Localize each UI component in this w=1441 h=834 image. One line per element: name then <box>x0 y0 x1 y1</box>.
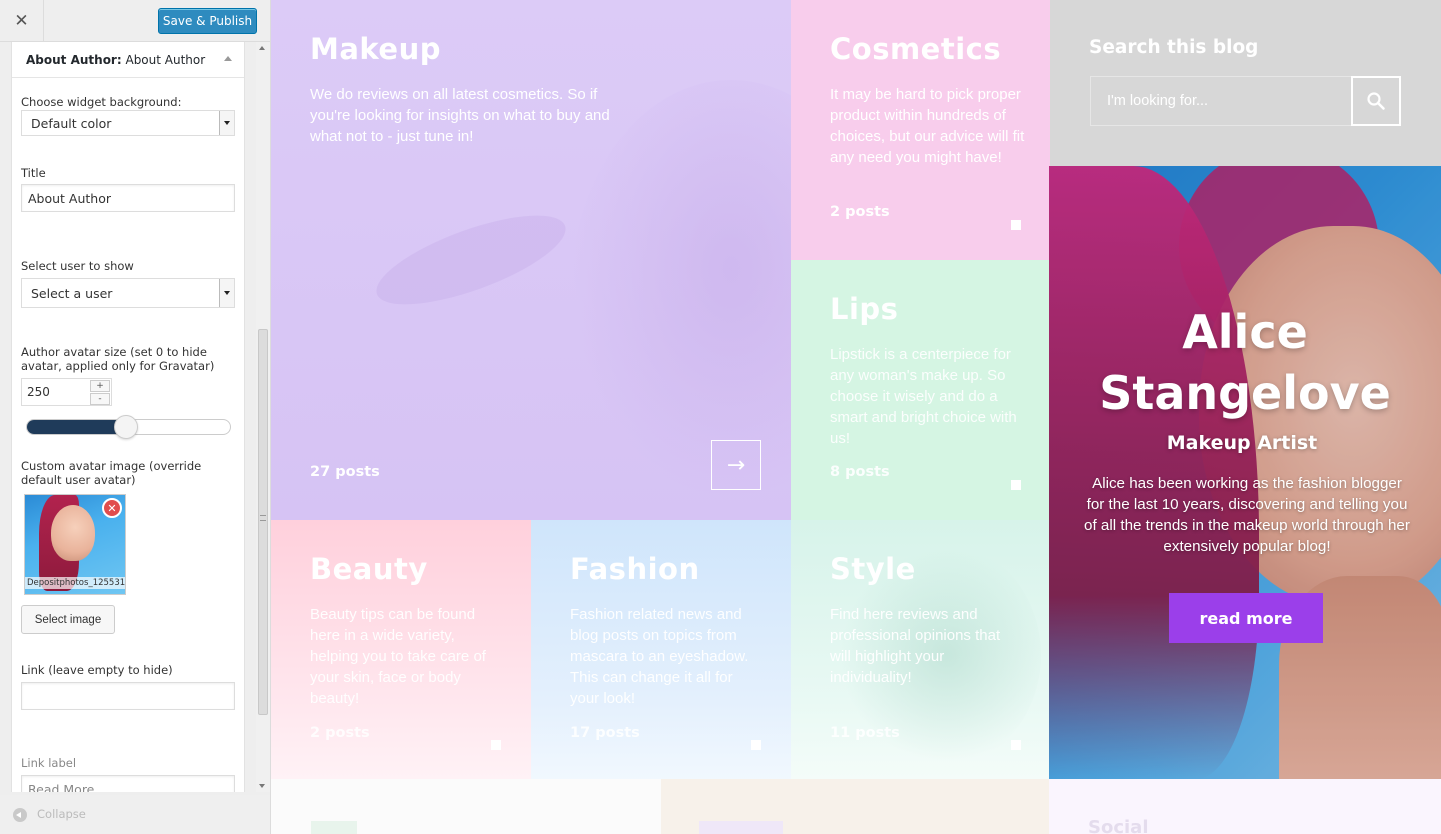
scrollbar-thumb[interactable] <box>258 329 268 715</box>
search-placeholder: I'm looking for... <box>1107 93 1209 109</box>
category-tile-cosmetics[interactable]: Cosmetics It may be hard to pick proper … <box>791 0 1051 260</box>
title-input[interactable]: About Author <box>21 184 235 212</box>
avatar-size-input[interactable]: 250 + - <box>21 378 112 406</box>
user-select[interactable]: Select a user <box>21 278 235 308</box>
save-publish-button[interactable]: Save & Publish <box>158 8 257 34</box>
avatar-size-value: 250 <box>27 385 50 399</box>
category-description: Fashion related news and blog posts on t… <box>570 606 749 707</box>
category-title[interactable]: Makeup <box>310 32 441 66</box>
category-post-count: 8 posts <box>830 464 890 480</box>
search-input[interactable]: I'm looking for... <box>1090 76 1352 126</box>
avatar-size-label: Author avatar size (set 0 to hide avatar… <box>21 345 215 373</box>
read-more-button[interactable]: read more <box>1169 593 1323 643</box>
category-title[interactable]: Lips <box>830 292 898 326</box>
background-select-value: Default color <box>31 115 112 131</box>
slider-fill <box>27 420 127 434</box>
category-title[interactable]: Beauty <box>310 552 428 586</box>
slider-handle[interactable] <box>114 415 139 439</box>
square-dot-icon <box>491 740 501 750</box>
panel-title-prefix: About Author: <box>26 52 122 67</box>
category-description: We do reviews on all latest cosmetics. S… <box>310 86 610 145</box>
category-title[interactable]: Fashion <box>570 552 700 586</box>
search-button[interactable] <box>1351 76 1401 126</box>
close-icon[interactable]: ✕ <box>0 0 44 42</box>
collapse-arrow-icon[interactable] <box>224 56 232 61</box>
next-row-preview: Social <box>271 779 1441 834</box>
background-label: Choose widget background: <box>21 95 182 109</box>
customizer-header: ✕ Save & Publish <box>0 0 270 42</box>
collapse-button[interactable]: Collapse <box>37 807 86 821</box>
category-description: It may be hard to pick proper product wi… <box>830 86 1025 166</box>
category-tile-makeup[interactable]: Makeup We do reviews on all latest cosme… <box>271 0 791 520</box>
spin-up-button[interactable]: + <box>90 380 110 392</box>
customizer-sidebar: ✕ Save & Publish About Author: About Aut… <box>0 0 271 834</box>
link-text-label: Link label <box>21 756 77 770</box>
remove-image-icon[interactable]: ✕ <box>102 498 122 518</box>
category-description: Beauty tips can be found here in a wide … <box>310 606 486 707</box>
category-description: Find here reviews and professional opini… <box>830 606 1001 686</box>
category-title[interactable]: Style <box>830 552 916 586</box>
category-tile-style[interactable]: Style Find here reviews and professional… <box>791 520 1050 780</box>
category-tile-lips[interactable]: Lips Lipstick is a centerpiece for any w… <box>791 260 1051 520</box>
customizer-footer: Collapse <box>0 795 270 834</box>
link-input[interactable] <box>21 682 235 710</box>
category-post-count: 17 posts <box>570 725 640 741</box>
category-title[interactable]: Cosmetics <box>830 32 1001 66</box>
category-post-count: 11 posts <box>830 725 900 741</box>
category-tile-beauty[interactable]: Beauty Beauty tips can be found here in … <box>271 520 531 780</box>
category-post-count: 2 posts <box>830 204 890 220</box>
link-text-input-value: Read More <box>28 781 95 793</box>
title-input-value: About Author <box>28 190 112 206</box>
faded-tag <box>311 821 357 834</box>
author-role: Makeup Artist <box>1166 432 1318 454</box>
category-tile-fashion[interactable]: Fashion Fashion related news and blog po… <box>531 520 791 780</box>
search-widget: Search this blog I'm looking for... <box>1050 0 1441 166</box>
category-description: Lipstick is a centerpiece for any woman'… <box>830 346 1017 447</box>
panel-title-name: About Author <box>125 52 206 67</box>
user-select-value: Select a user <box>31 285 113 301</box>
widget-settings-panel: About Author: About Author Choose widget… <box>11 42 245 792</box>
site-preview: Makeup We do reviews on all latest cosme… <box>271 0 1441 834</box>
search-icon <box>1367 92 1385 110</box>
custom-avatar-label: Custom avatar image (override default us… <box>21 459 202 487</box>
square-dot-icon <box>1011 740 1021 750</box>
user-label: Select user to show <box>21 259 134 273</box>
title-label: Title <box>21 166 46 180</box>
scroll-up-icon[interactable] <box>259 46 265 50</box>
spin-down-button[interactable]: - <box>90 393 110 405</box>
chevron-down-icon[interactable] <box>219 111 234 135</box>
arrow-right-icon[interactable]: → <box>711 440 761 490</box>
social-widget-title: Social <box>1088 817 1149 834</box>
author-bio: Alice has been working as the fashion bl… <box>1084 475 1410 555</box>
about-author-widget: Alice Stangelove Makeup Artist Alice has… <box>1049 166 1441 779</box>
category-post-count: 2 posts <box>310 725 370 741</box>
scroll-down-icon[interactable] <box>259 784 265 788</box>
search-widget-title: Search this blog <box>1089 37 1259 58</box>
select-image-button[interactable]: Select image <box>21 605 115 634</box>
panel-scrollbar[interactable] <box>256 42 270 792</box>
link-label: Link (leave empty to hide) <box>21 663 173 677</box>
chevron-down-icon[interactable] <box>219 279 234 307</box>
square-dot-icon <box>1011 220 1021 230</box>
panel-title[interactable]: About Author: About Author <box>12 42 244 78</box>
square-dot-icon <box>1011 480 1021 490</box>
link-text-input[interactable]: Read More <box>21 775 235 792</box>
faded-tag <box>699 821 783 834</box>
avatar-caption: Depositphotos_125531 <box>25 577 126 589</box>
background-select[interactable]: Default color <box>21 110 235 136</box>
author-name: Alice Stangelove <box>1099 305 1391 420</box>
collapse-icon[interactable] <box>13 808 27 822</box>
category-post-count: 27 posts <box>310 464 380 480</box>
square-dot-icon <box>751 740 761 750</box>
